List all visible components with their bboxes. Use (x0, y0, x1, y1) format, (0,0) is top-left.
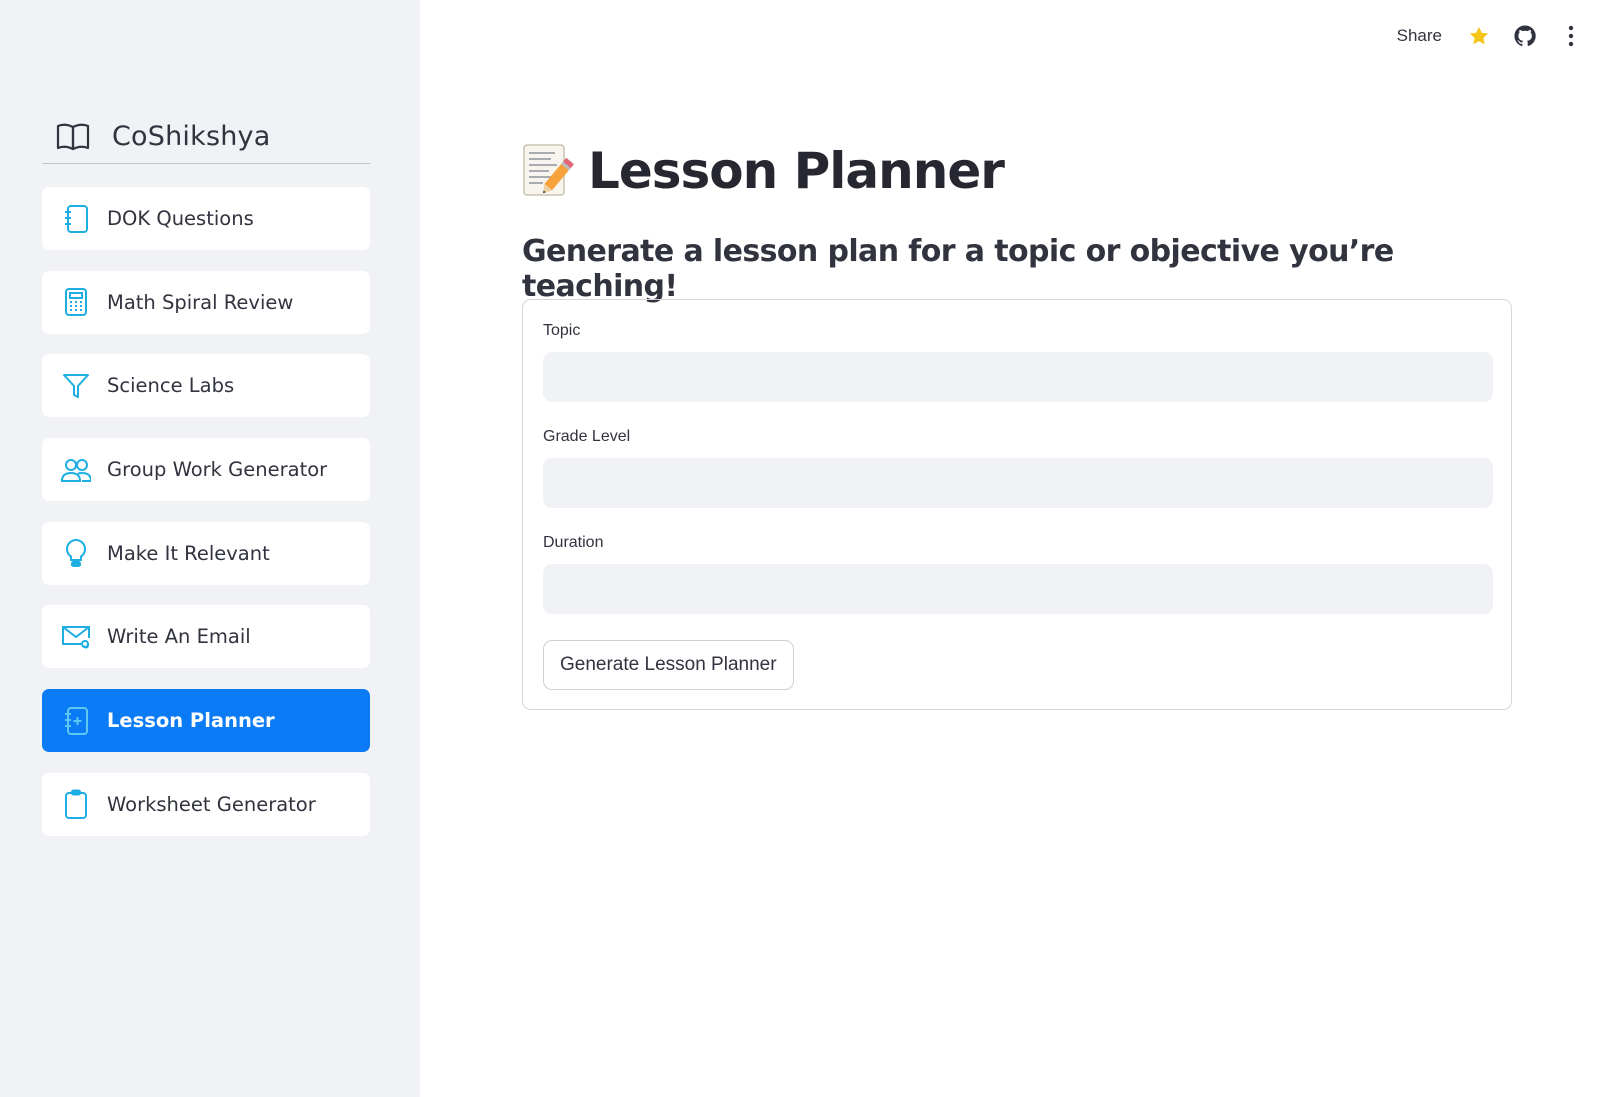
sidebar-item-label: Science Labs (107, 374, 235, 398)
topic-label: Topic (543, 322, 581, 339)
sidebar-item-lesson-planner[interactable]: Lesson Planner (42, 689, 370, 753)
main-content: Lesson Planner Generate a lesson plan fo… (522, 140, 1512, 304)
grade-level-field: Grade Level (543, 428, 1493, 508)
share-button[interactable]: Share (1397, 26, 1442, 46)
sidebar-nav: DOK Questions Math Spiral Review Science… (42, 187, 370, 857)
sidebar-item-label: Math Spiral Review (107, 290, 294, 314)
sidebar-item-make-it-relevant[interactable]: Make It Relevant (42, 521, 370, 585)
page-heading: Lesson Planner (588, 142, 1005, 200)
page-subtitle: Generate a lesson plan for a topic or ob… (522, 234, 1394, 304)
book-open-icon (56, 120, 90, 154)
clipboard-icon (61, 789, 91, 820)
sidebar-item-label: Lesson Planner (107, 709, 275, 733)
journal-plus-icon (61, 706, 91, 736)
topic-field: Topic (543, 322, 1493, 402)
sidebar-item-label: Write An Email (107, 625, 251, 649)
email-icon (61, 622, 91, 652)
duration-input[interactable] (543, 564, 1493, 614)
sidebar-item-dok-questions[interactable]: DOK Questions (42, 187, 370, 250)
sidebar-brand: CoShikshya (42, 110, 370, 164)
sidebar: CoShikshya DOK Questions Math Spiral Rev… (0, 0, 420, 1097)
sidebar-item-worksheet-generator[interactable]: Worksheet Generator (42, 772, 370, 836)
sidebar-item-label: Group Work Generator (107, 458, 328, 482)
page-title: Lesson Planner (522, 140, 1512, 202)
more-vertical-icon[interactable] (1558, 23, 1584, 49)
sidebar-item-label: Make It Relevant (107, 541, 270, 565)
lesson-planner-form: Topic Grade Level Duration Generate Less… (522, 299, 1512, 710)
sidebar-item-group-work-generator[interactable]: Group Work Generator (42, 438, 370, 502)
sidebar-item-science-labs[interactable]: Science Labs (42, 354, 370, 418)
generate-lesson-planner-button[interactable]: Generate Lesson Planner (543, 640, 794, 690)
star-icon[interactable] (1466, 23, 1492, 49)
lightbulb-icon (61, 538, 91, 568)
funnel-icon (61, 371, 91, 401)
duration-label: Duration (543, 534, 604, 551)
duration-field: Duration (543, 534, 1493, 614)
calculator-icon (61, 287, 91, 317)
header-toolbar: Share (1397, 20, 1584, 52)
sidebar-item-math-spiral-review[interactable]: Math Spiral Review (42, 270, 370, 334)
people-icon (61, 455, 91, 485)
github-icon[interactable] (1512, 23, 1538, 49)
sidebar-item-write-an-email[interactable]: Write An Email (42, 605, 370, 669)
sidebar-item-label: DOK Questions (107, 207, 254, 230)
memo-icon (522, 143, 574, 199)
grade-level-input[interactable] (543, 458, 1493, 508)
topic-input[interactable] (543, 352, 1493, 402)
grade-level-label: Grade Level (543, 428, 631, 445)
sidebar-menu: CoShikshya DOK Questions Math Spiral Rev… (20, 90, 390, 860)
app-title: CoShikshya (112, 121, 271, 152)
notebook-icon (61, 204, 91, 234)
sidebar-item-label: Worksheet Generator (107, 792, 316, 816)
